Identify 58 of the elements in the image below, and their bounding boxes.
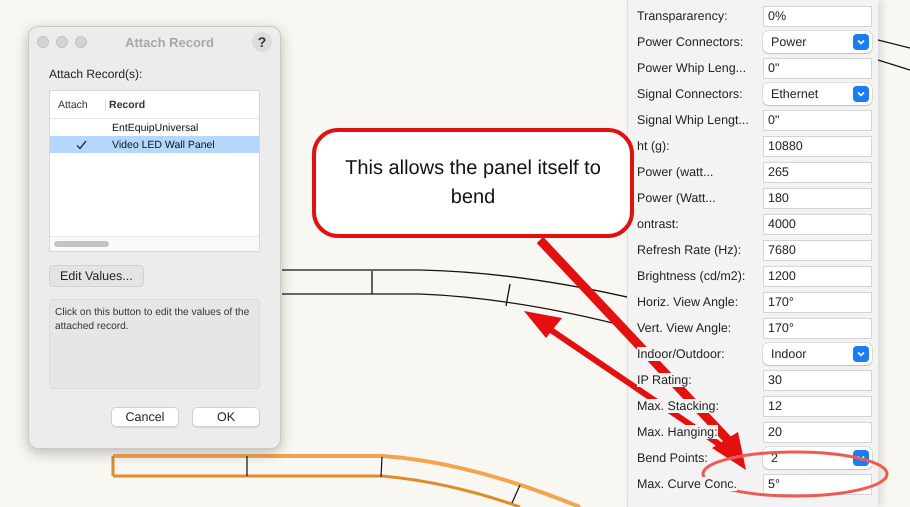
window-title: Attach Record [124,34,215,50]
callout-text: This allows the panel itself to bend [344,156,602,210]
chevron-down-icon [853,34,869,50]
ok-button[interactable]: OK [192,407,260,427]
input-field[interactable]: 5° [763,474,872,494]
input-field[interactable]: 1200 [763,266,872,286]
property-label: Power Whip Leng... [637,61,746,75]
edit-values-button[interactable]: Edit Values... [49,265,144,287]
property-label: IP Rating: [637,373,692,387]
property-label: Vert. View Angle: [637,321,732,335]
dropdown[interactable]: Power [763,31,872,53]
input-field[interactable]: 0% [763,6,872,26]
description-text: Click on this button to edit the values of the attached record. [49,299,260,389]
property-label: Power (watt... [637,165,714,179]
property-label: Bend Points: [637,451,708,465]
record-name: EntEquipUniversal [112,122,198,134]
zoom-window-button[interactable] [75,36,87,48]
input-field[interactable]: 265 [763,162,872,182]
property-label: Refresh Rate (Hz): [637,243,742,257]
dropdown[interactable]: Ethernet [763,83,872,105]
chevron-down-icon [853,86,869,102]
section-label: Attach Record(s): [49,67,144,81]
property-label: Max. Curve Conc. [637,477,738,491]
input-field[interactable]: 10880 [763,136,872,156]
close-window-button[interactable] [37,36,49,48]
column-header[interactable]: Record [106,98,146,110]
input-field[interactable]: 20 [763,422,872,442]
input-field[interactable]: 0" [763,58,872,78]
dropdown[interactable]: Indoor [763,343,872,365]
property-label: Horiz. View Angle: [637,295,738,309]
input-field[interactable]: 0" [763,110,872,130]
property-label: Brightness (cd/m2): [637,269,746,283]
property-label: Signal Whip Lengt... [637,113,749,127]
property-label: Transpararency: [637,9,728,23]
property-label: Power Connectors: [637,35,744,49]
property-label: ontrast: [637,217,679,231]
record-name: Video LED Wall Panel [112,138,215,150]
input-field[interactable]: 4000 [763,214,872,234]
property-label: Signal Connectors: [637,87,743,101]
column-header[interactable]: Attach [50,98,106,110]
minimize-window-button[interactable] [56,36,68,48]
input-field[interactable]: 7680 [763,240,872,260]
record-row[interactable]: Video LED Wall Panel [50,136,259,153]
cancel-button[interactable]: Cancel [111,407,179,427]
record-row[interactable]: EntEquipUniversal [50,119,259,136]
help-button[interactable]: ? [252,32,272,52]
property-label: Power (Watt... [637,191,716,205]
property-label: ht (g): [637,139,670,153]
property-label: Max. Stacking: [637,399,719,413]
property-label: Max. Hanging: [637,425,718,439]
scrollbar-thumb[interactable] [54,241,109,247]
input-field[interactable]: 12 [763,396,872,416]
input-field[interactable]: 30 [763,370,872,390]
chevron-down-icon [853,346,869,362]
input-field[interactable]: 170° [763,292,872,312]
input-field[interactable]: 170° [763,318,872,338]
input-field[interactable]: 180 [763,188,872,208]
property-label: Indoor/Outdoor: [637,347,725,361]
